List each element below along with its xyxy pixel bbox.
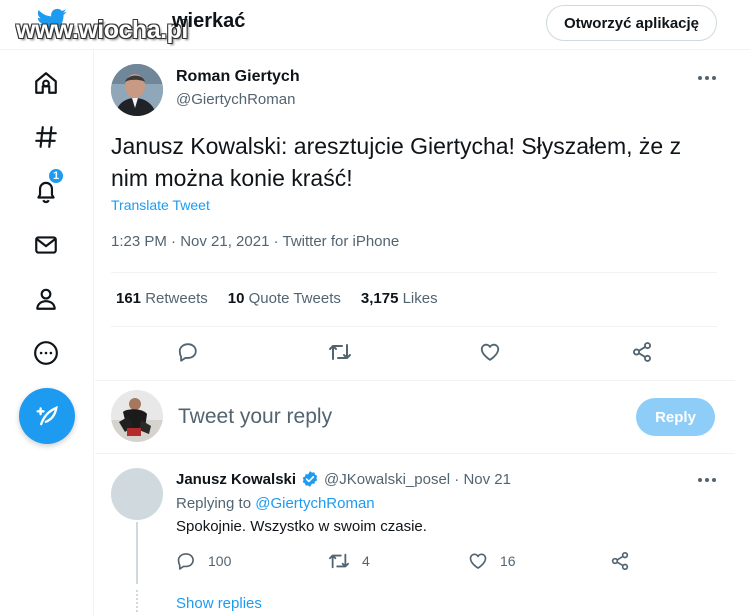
reply-button[interactable]: Reply xyxy=(636,398,715,436)
tweet-stats: 161 Retweets 10 Quote Tweets 3,175 Likes xyxy=(116,290,438,307)
like-heart-icon xyxy=(469,553,487,569)
reply-input[interactable]: Tweet your reply xyxy=(178,405,332,429)
divider xyxy=(111,272,717,273)
watermark-text: www.wiocha.pl xyxy=(16,16,188,44)
tweet-meta: 1:23 PM · Nov 21, 2021 · Twitter for iPh… xyxy=(111,233,400,250)
more-options-icon[interactable] xyxy=(695,68,719,88)
author-name[interactable]: Roman Giertych xyxy=(176,68,300,86)
profile-person-icon[interactable] xyxy=(30,283,62,315)
divider xyxy=(111,326,717,327)
reply-retweet-count: 4 xyxy=(362,553,370,569)
notifications-bell-icon[interactable]: 1 xyxy=(30,167,65,207)
reply-reply-count: 100 xyxy=(208,553,232,569)
likes-stat[interactable]: 3,175 Likes xyxy=(361,290,438,307)
thread-line xyxy=(136,522,138,584)
reply-share-action[interactable] xyxy=(610,550,630,572)
like-heart-icon[interactable] xyxy=(476,338,504,366)
explore-hash-icon[interactable] xyxy=(30,121,62,153)
reply-retweet-action[interactable]: 4 xyxy=(328,550,370,572)
share-icon[interactable] xyxy=(628,338,656,366)
share-icon xyxy=(611,552,629,571)
reply-reply-action[interactable]: 100 xyxy=(176,550,231,572)
my-avatar[interactable] xyxy=(111,390,163,442)
more-circle-icon[interactable] xyxy=(30,337,62,369)
verified-badge-icon xyxy=(302,471,318,487)
replying-to: Replying to @GiertychRoman xyxy=(176,495,375,512)
reply-more-options-icon[interactable] xyxy=(695,470,719,490)
home-icon[interactable] xyxy=(30,67,62,99)
reply-like-count: 16 xyxy=(500,553,516,569)
reply-text: Spokojnie. Wszystko w swoim czasie. xyxy=(176,518,427,535)
compose-feather-icon xyxy=(36,405,58,426)
reply-author-avatar[interactable] xyxy=(111,468,163,520)
reply-author-name[interactable]: Janusz Kowalski xyxy=(176,471,296,488)
sidebar-nav: 1 xyxy=(0,50,94,615)
author-handle[interactable]: @GiertychRoman xyxy=(176,91,295,108)
page-title: wierkać xyxy=(172,10,246,32)
divider xyxy=(95,453,735,454)
compose-tweet-button[interactable] xyxy=(19,388,75,444)
top-bar: www.wiocha.pl wierkać Otworzyć aplikację xyxy=(0,0,750,50)
show-replies-link[interactable]: Show replies xyxy=(176,595,262,612)
retweets-stat[interactable]: 161 Retweets xyxy=(116,290,208,307)
quote-tweets-stat[interactable]: 10 Quote Tweets xyxy=(228,290,341,307)
reply-like-action[interactable]: 16 xyxy=(468,550,516,572)
retweet-icon xyxy=(328,553,349,569)
tweet-text: Janusz Kowalski: aresztujcie Giertycha! … xyxy=(111,133,682,191)
thread-dots xyxy=(136,590,138,612)
notification-badge: 1 xyxy=(47,167,65,185)
reply-icon[interactable] xyxy=(174,338,202,366)
messages-mail-icon[interactable] xyxy=(30,229,62,261)
reply-icon xyxy=(177,553,194,570)
main-column: Roman Giertych @GiertychRoman Janusz Kow… xyxy=(95,50,735,615)
replying-to-handle-link[interactable]: @GiertychRoman xyxy=(255,495,374,512)
author-avatar[interactable] xyxy=(111,64,163,116)
reply-handle-date[interactable]: @JKowalski_posel · Nov 21 xyxy=(324,471,511,488)
translate-tweet-link[interactable]: Translate Tweet xyxy=(111,197,210,213)
retweet-icon[interactable] xyxy=(326,338,354,366)
open-app-button[interactable]: Otworzyć aplikację xyxy=(546,5,717,41)
divider xyxy=(95,380,735,381)
logo-area: www.wiocha.pl xyxy=(16,6,188,44)
